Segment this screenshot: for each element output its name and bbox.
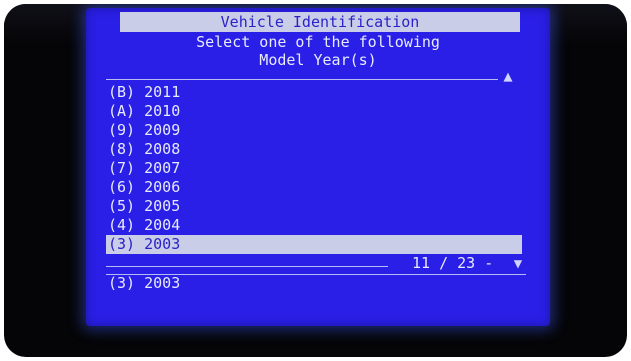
item-code: (7)	[108, 159, 136, 177]
item-code: (4)	[108, 216, 136, 234]
item-code: (B)	[108, 83, 136, 101]
item-code: (3)	[108, 235, 136, 253]
screen-title: Vehicle Identification	[120, 12, 520, 32]
item-label: 2005	[144, 197, 181, 215]
model-year-list: (B) 2011 (A) 2010 (9) 2009 (8) 2008 (7) …	[106, 83, 528, 254]
header-divider	[106, 79, 498, 80]
list-item[interactable]: (8) 2008	[108, 140, 528, 159]
scroll-down-icon[interactable]: ▼	[510, 256, 526, 272]
item-code: (9)	[108, 121, 136, 139]
item-label: 2008	[144, 140, 181, 158]
pager-divider	[106, 266, 388, 267]
list-item[interactable]: (4) 2004	[108, 216, 528, 235]
current-selection: (3) 2003	[108, 274, 181, 292]
list-item[interactable]: (6) 2006	[108, 178, 528, 197]
item-code: (A)	[108, 102, 136, 120]
item-label: 2003	[144, 235, 181, 253]
list-item[interactable]: (9) 2009	[108, 121, 528, 140]
list-item-selected[interactable]: (3) 2003	[106, 235, 522, 254]
list-item[interactable]: (5) 2005	[108, 197, 528, 216]
item-code: (6)	[108, 178, 136, 196]
list-item[interactable]: (7) 2007	[108, 159, 528, 178]
item-code: (5)	[108, 197, 136, 215]
device-photo: Vehicle Identification Select one of the…	[4, 4, 627, 357]
item-label: 2011	[144, 83, 181, 101]
page-counter: 11 / 23 -	[412, 254, 494, 272]
list-item[interactable]: (A) 2010	[108, 102, 528, 121]
item-label: 2006	[144, 178, 181, 196]
item-code: (8)	[108, 140, 136, 158]
item-label: 2004	[144, 216, 181, 234]
instruction-line-1: Select one of the following	[196, 33, 440, 51]
item-label: 2007	[144, 159, 181, 177]
scan-tool-screen: Vehicle Identification Select one of the…	[86, 8, 550, 326]
item-label: 2009	[144, 121, 181, 139]
item-label: 2010	[144, 102, 181, 120]
scroll-up-icon[interactable]: ▲	[500, 69, 516, 84]
list-item[interactable]: (B) 2011	[108, 83, 528, 102]
instruction-line-2: Model Year(s)	[259, 51, 377, 69]
